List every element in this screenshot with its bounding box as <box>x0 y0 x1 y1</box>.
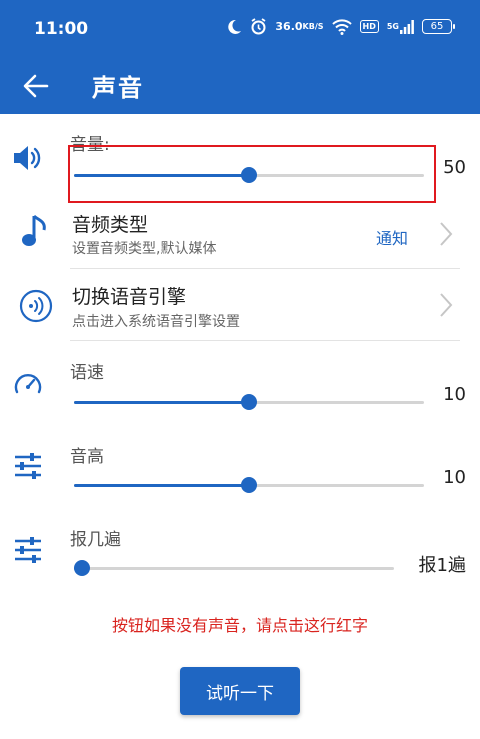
back-arrow-icon[interactable] <box>18 68 54 104</box>
divider <box>70 268 460 269</box>
status-icons: 36.0 KB/S HD 5G 65 <box>226 18 455 35</box>
status-bar: 11:00 36.0 KB/S HD 5G 65 <box>0 0 480 58</box>
audio-type-value: 通知 <box>375 229 408 248</box>
pitch-slider[interactable] <box>74 474 424 496</box>
volume-slider[interactable] <box>74 164 424 186</box>
repeat-label: 报几遍 <box>70 530 121 550</box>
speech-rate-slider[interactable] <box>74 391 424 413</box>
divider <box>70 340 460 341</box>
music-note-icon <box>18 213 54 249</box>
app-bar: 声音 <box>0 58 480 114</box>
alarm-icon <box>250 18 267 35</box>
audio-type-subtitle: 设置音频类型,默认媒体 <box>72 241 217 257</box>
volume-slider-thumb[interactable] <box>241 167 257 183</box>
chevron-right-icon <box>438 221 454 247</box>
repeat-slider[interactable] <box>74 557 394 579</box>
speech-rate-value: 10 <box>443 384 466 405</box>
equalizer-icon <box>10 448 46 484</box>
battery-icon: 65 <box>422 19 455 34</box>
speech-rate-label: 语速 <box>70 363 104 383</box>
repeat-slider-thumb[interactable] <box>74 560 90 576</box>
network-speed: 36.0 KB/S <box>275 19 324 33</box>
volume-value: 50 <box>443 157 466 178</box>
audio-type-title: 音频类型 <box>72 214 149 236</box>
test-listen-button[interactable]: 试听一下 <box>180 667 300 715</box>
moon-icon <box>226 19 242 35</box>
speedometer-icon <box>10 365 46 401</box>
no-sound-hint-link[interactable]: 按钮如果没有声音，请点击这行红字 <box>0 612 480 636</box>
chevron-right-icon <box>438 292 454 318</box>
speaker-icon <box>10 140 46 176</box>
status-time: 11:00 <box>34 19 89 39</box>
tts-engine-subtitle: 点击进入系统语音引擎设置 <box>72 314 240 330</box>
page-title: 声音 <box>92 74 144 102</box>
pitch-value: 10 <box>443 467 466 488</box>
speech-rate-slider-thumb[interactable] <box>241 394 257 410</box>
sound-wave-circle-icon <box>18 288 54 324</box>
repeat-value: 报1遍 <box>418 555 466 576</box>
tts-engine-title: 切换语音引擎 <box>72 286 187 308</box>
hd-badge: HD <box>359 20 379 33</box>
equalizer-icon <box>10 532 46 568</box>
signal-icon: 5G <box>387 19 414 34</box>
pitch-slider-thumb[interactable] <box>241 477 257 493</box>
wifi-icon <box>331 18 352 35</box>
pitch-label: 音高 <box>70 447 104 467</box>
